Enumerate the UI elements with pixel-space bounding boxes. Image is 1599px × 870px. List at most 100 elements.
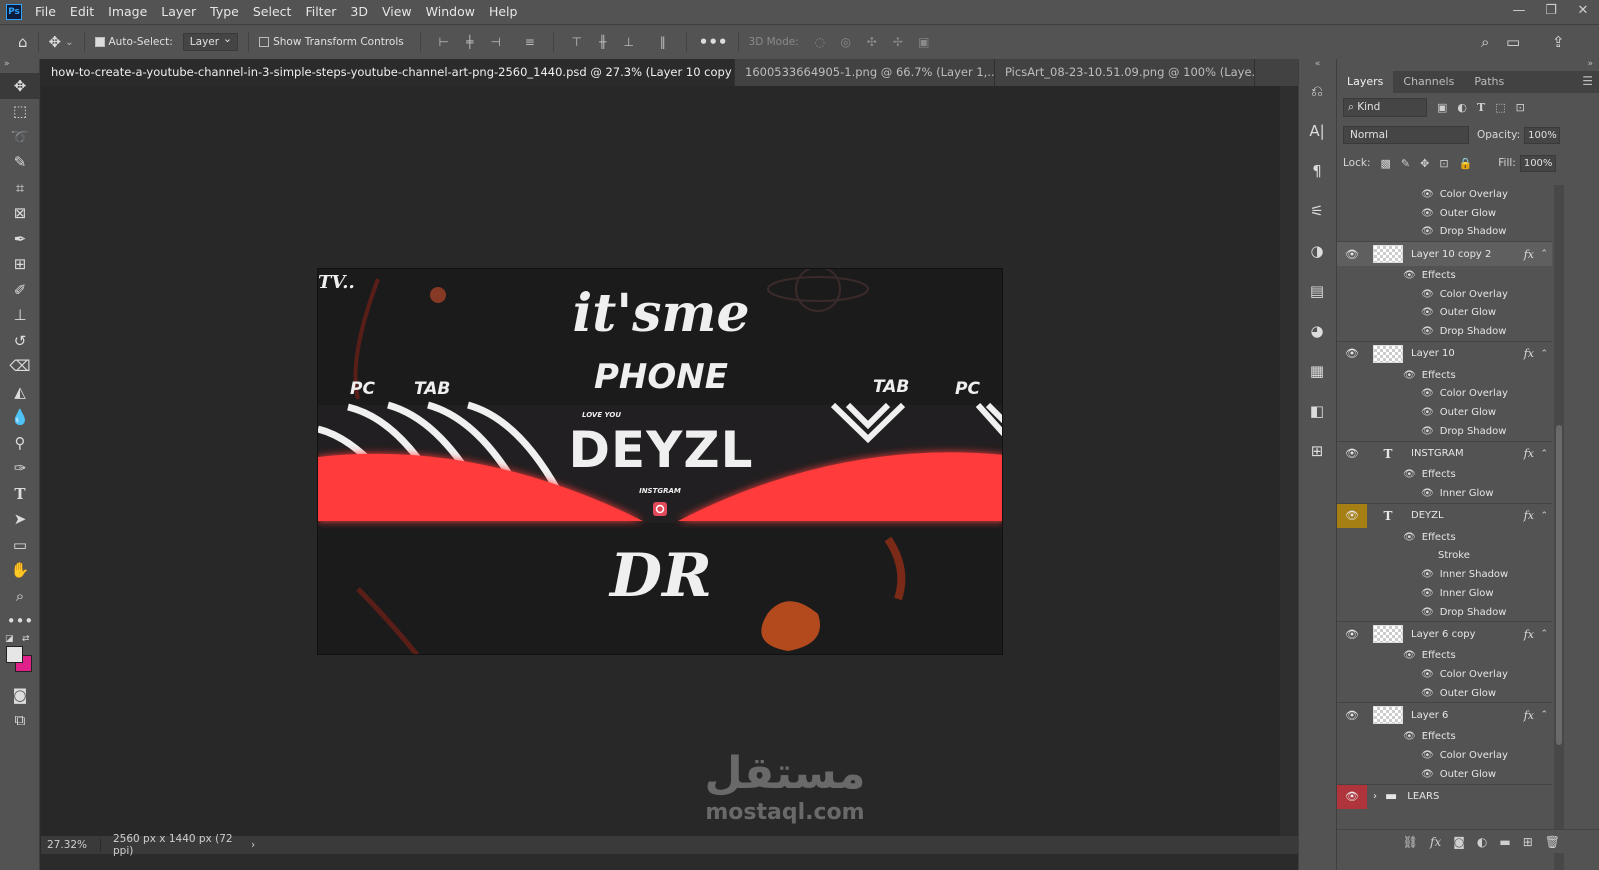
effect-visibility-eye-icon[interactable]: 👁 [1421, 388, 1434, 399]
auto-select-checkbox[interactable] [94, 37, 105, 47]
effect-row[interactable]: 👁 Drop Shadow [1337, 322, 1552, 341]
tab-layers[interactable]: Layers [1337, 71, 1394, 93]
effect-visibility-eye-icon[interactable]: 👁 [1421, 769, 1434, 780]
roll-3d-icon[interactable]: ◎ [839, 35, 853, 49]
menu-window[interactable]: Window [419, 0, 482, 24]
link-layers-icon[interactable]: ⛓ [1403, 835, 1418, 849]
marquee-tool-icon[interactable]: ⬚ [0, 99, 40, 125]
layer-row[interactable]: 👁 Layer 6 copy fx ⌃ [1337, 621, 1552, 646]
collapse-dock-icon[interactable]: « [1299, 59, 1336, 71]
layer-row[interactable]: 👁 Layer 10 copy 2 fx ⌃ [1337, 241, 1552, 267]
scroll-thumb[interactable] [1556, 425, 1562, 745]
add-mask-icon[interactable]: ◙ [1453, 835, 1465, 849]
lasso-tool-icon[interactable]: ➰ [0, 124, 40, 150]
camera-3d-icon[interactable]: ▣ [917, 35, 931, 49]
effect-row[interactable]: 👁 Inner Shadow [1337, 565, 1552, 584]
canvas-scrollbar[interactable] [1280, 86, 1298, 836]
new-layer-icon[interactable]: ⊞ [1523, 835, 1533, 849]
tab-document-3[interactable]: PicsArt_08-23-10.51.09.png @ 100% (Laye.… [995, 59, 1255, 86]
collapse-effects-icon[interactable]: ⌃ [1540, 629, 1548, 639]
paint-bucket-tool-icon[interactable]: ◭ [0, 379, 40, 405]
collapse-effects-icon[interactable]: ⌃ [1540, 349, 1548, 359]
align-center-icon[interactable]: ╪ [463, 35, 477, 49]
effect-visibility-eye-icon[interactable]: 👁 [1421, 569, 1434, 580]
fx-icon[interactable]: fx [1524, 509, 1534, 522]
frame-tool-icon[interactable]: ⊠ [0, 201, 40, 227]
align-middle-icon[interactable]: ╫ [596, 35, 610, 49]
effect-row[interactable]: Stroke [1337, 547, 1552, 566]
visibility-eye-icon[interactable]: 👁 [1337, 442, 1367, 466]
menu-layer[interactable]: Layer [154, 0, 203, 24]
auto-select-target-dropdown[interactable]: Layer [182, 32, 239, 51]
menu-filter[interactable]: Filter [298, 0, 343, 24]
effect-row[interactable]: 👁 Drop Shadow [1337, 422, 1552, 441]
screen-mode-icon[interactable]: ⧉ [0, 708, 40, 734]
effect-visibility-eye-icon[interactable]: 👁 [1421, 307, 1434, 318]
quick-mask-icon[interactable]: ◙ [0, 682, 40, 708]
collapse-effects-icon[interactable]: ⌃ [1540, 449, 1548, 459]
layer-name[interactable]: LEARS [1407, 791, 1439, 802]
lock-transparent-icon[interactable]: ▩ [1380, 157, 1390, 170]
layer-thumbnail[interactable] [1373, 706, 1403, 725]
layer-name[interactable]: Layer 6 copy [1411, 629, 1475, 640]
layers-scrollbar[interactable] [1554, 185, 1564, 870]
tab-document-1[interactable]: how-to-create-a-youtube-channel-in-3-sim… [41, 59, 735, 86]
filter-type-icon[interactable]: T [1477, 101, 1485, 114]
eyedropper-tool-icon[interactable]: ✒ [0, 226, 40, 252]
effect-visibility-eye-icon[interactable]: 👁 [1421, 226, 1434, 237]
effect-row[interactable]: 👁 Color Overlay [1337, 665, 1552, 684]
align-left-icon[interactable]: ⊢ [437, 35, 451, 49]
color-panel-icon[interactable]: ◑ [1299, 231, 1335, 271]
adjustments-panel-icon[interactable]: ⚟ [1299, 191, 1335, 231]
search-icon[interactable]: ⌕ [1481, 33, 1489, 51]
blend-mode-dropdown[interactable]: Normal [1343, 126, 1469, 144]
layer-name[interactable]: INSTGRAM [1411, 448, 1464, 459]
effect-row[interactable]: 👁 Drop Shadow [1337, 603, 1552, 622]
chevron-down-icon[interactable]: ⌄ [65, 37, 73, 48]
new-group-icon[interactable]: ▬ [1499, 835, 1510, 849]
history-panel-icon[interactable]: ⎌ [1299, 71, 1335, 111]
collapse-effects-icon[interactable]: ⌃ [1540, 249, 1548, 259]
crop-tool-icon[interactable]: ⌗ [0, 175, 40, 201]
brush-tool-icon[interactable]: ✐ [0, 277, 40, 303]
effects-header[interactable]: 👁 Effects [1337, 266, 1552, 285]
layer-name[interactable]: Layer 6 [1411, 710, 1448, 721]
collapse-panel-icon[interactable]: » [1337, 59, 1599, 71]
effect-visibility-eye-icon[interactable]: 👁 [1421, 189, 1434, 200]
effect-row[interactable]: 👁 Drop Shadow [1337, 222, 1552, 241]
effect-row[interactable]: 👁 Color Overlay [1337, 385, 1552, 404]
layer-name[interactable]: Layer 10 copy 2 [1411, 249, 1491, 260]
move-tool-icon[interactable]: ✥ [49, 33, 62, 51]
character-panel-icon[interactable]: A| [1299, 111, 1335, 151]
layer-row[interactable]: 👁 T INSTGRAM fx ⌃ [1337, 440, 1552, 466]
menu-file[interactable]: File [28, 0, 63, 24]
close-window-button[interactable]: ✕ [1567, 0, 1599, 24]
healing-brush-tool-icon[interactable]: ⊞ [0, 252, 40, 278]
menu-3d[interactable]: 3D [343, 0, 375, 24]
menu-view[interactable]: View [375, 0, 419, 24]
layer-name[interactable]: Layer 10 [1411, 348, 1455, 359]
visibility-eye-icon[interactable]: 👁 [1337, 703, 1367, 727]
add-fx-icon[interactable]: fx [1430, 835, 1441, 849]
orbit-3d-icon[interactable]: ◌ [813, 35, 827, 49]
opacity-input[interactable]: 100% [1524, 126, 1561, 144]
hand-tool-icon[interactable]: ✋ [0, 558, 40, 584]
effect-visibility-eye-icon[interactable]: 👁 [1403, 370, 1416, 381]
tab-channels[interactable]: Channels [1393, 71, 1464, 93]
visibility-eye-icon[interactable]: 👁 [1337, 622, 1367, 646]
home-icon[interactable]: ⌂ [18, 33, 28, 51]
show-transform-checkbox[interactable] [259, 37, 270, 47]
effect-visibility-eye-icon[interactable]: 👁 [1421, 407, 1434, 418]
layer-thumbnail[interactable] [1373, 625, 1403, 644]
layer-row[interactable]: 👁 T DEYZL fx ⌃ [1337, 502, 1552, 528]
effect-visibility-eye-icon[interactable]: 👁 [1421, 588, 1434, 599]
collapse-effects-icon[interactable]: ⌃ [1540, 511, 1548, 521]
menu-type[interactable]: Type [203, 0, 246, 24]
filter-shape-icon[interactable]: ⬚ [1495, 101, 1505, 114]
filter-adjustment-icon[interactable]: ◐ [1457, 101, 1467, 114]
fx-icon[interactable]: fx [1524, 347, 1534, 360]
dodge-tool-icon[interactable]: ⚲ [0, 430, 40, 456]
effect-row[interactable]: 👁 Outer Glow [1337, 303, 1552, 322]
fx-icon[interactable]: fx [1524, 447, 1534, 460]
minimize-button[interactable]: — [1503, 0, 1535, 24]
